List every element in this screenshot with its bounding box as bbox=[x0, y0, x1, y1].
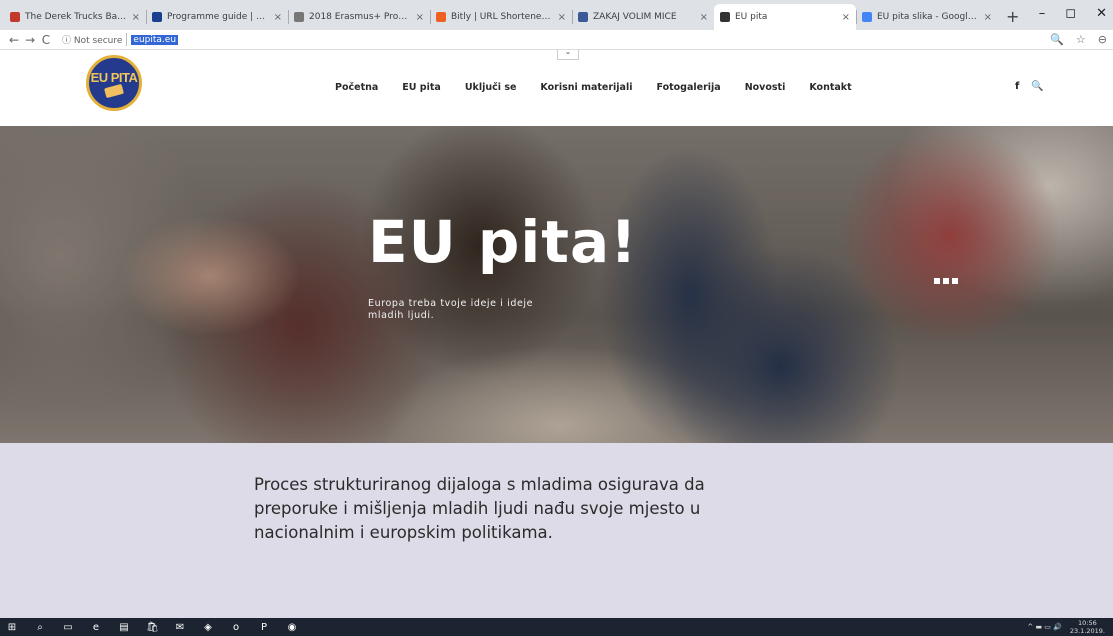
tab-title: EU pita bbox=[735, 12, 768, 22]
favicon-icon bbox=[578, 12, 588, 22]
profile-icon[interactable]: ⊖ bbox=[1098, 33, 1107, 46]
clock-time: 10:56 bbox=[1078, 619, 1097, 627]
nav-item[interactable]: Početna bbox=[335, 82, 378, 93]
search-icon[interactable]: 🔍 bbox=[1031, 81, 1043, 92]
windows-taskbar: ⊞ ⌕ ▭ e ▤ 🛍 ✉ ◈ o P ◉ ^ ▬ ▭ 🔊 10:56 23.1.2019. bbox=[0, 618, 1113, 636]
clock[interactable]: 10:56 23.1.2019. bbox=[1070, 619, 1105, 635]
browser-tab[interactable]: Bitly | URL Shortener, Custom Bra × bbox=[430, 4, 572, 30]
close-window-button[interactable]: ✕ bbox=[1096, 6, 1107, 21]
outlook-icon[interactable]: o bbox=[230, 622, 242, 633]
tab-title: EU pita slika - Google pretraživ bbox=[877, 12, 980, 22]
close-tab-icon[interactable]: × bbox=[558, 12, 566, 23]
address-bar[interactable]: ⓘ Not secure eupita.eu bbox=[62, 31, 1043, 48]
nav-item[interactable]: Uključi se bbox=[465, 82, 517, 93]
close-tab-icon[interactable]: × bbox=[842, 12, 850, 23]
browser-tab[interactable]: EU pita × bbox=[714, 4, 856, 30]
system-tray: ^ ▬ ▭ 🔊 10:56 23.1.2019. bbox=[1027, 619, 1105, 635]
window-controls: – ◻ ✕ bbox=[1039, 6, 1107, 21]
chevron-down-icon[interactable]: ⌄ bbox=[557, 50, 579, 60]
header-social: f 🔍 bbox=[1015, 81, 1044, 92]
browser-tab[interactable]: Programme guide | Erasmus+ × bbox=[146, 4, 288, 30]
pie-slice-icon bbox=[104, 83, 124, 99]
close-tab-icon[interactable]: × bbox=[984, 12, 992, 23]
minimize-button[interactable]: – bbox=[1039, 6, 1046, 21]
file-explorer-icon[interactable]: ▤ bbox=[118, 622, 130, 633]
app-icon[interactable]: ◈ bbox=[202, 622, 214, 633]
tab-title: ZAKAJ VOLIM MICE bbox=[593, 12, 677, 22]
slider-dot[interactable] bbox=[943, 278, 949, 284]
close-tab-icon[interactable]: × bbox=[416, 12, 424, 23]
taskbar-icons: ⊞ ⌕ ▭ e ▤ 🛍 ✉ ◈ o P ◉ bbox=[6, 622, 298, 633]
favicon-icon bbox=[720, 12, 730, 22]
logo-text: EU PITA bbox=[90, 70, 138, 85]
windows-icon[interactable]: ⊞ bbox=[6, 622, 18, 633]
browser-toolbar: ← → C ⓘ Not secure eupita.eu 🔍 ☆ ⊖ bbox=[0, 30, 1113, 50]
tab-title: 2018 Erasmus+ Programme Gui bbox=[309, 12, 412, 22]
zoom-icon[interactable]: 🔍 bbox=[1050, 33, 1064, 46]
hero-title: EU pita! bbox=[368, 208, 638, 276]
favicon-icon bbox=[294, 12, 304, 22]
maximize-button[interactable]: ◻ bbox=[1065, 6, 1076, 21]
facebook-icon[interactable]: f bbox=[1015, 81, 1019, 92]
browser-tab[interactable]: EU pita slika - Google pretraživ × bbox=[856, 4, 998, 30]
close-tab-icon[interactable]: × bbox=[132, 12, 140, 23]
site-logo[interactable]: EU PITA bbox=[86, 55, 142, 111]
tray-icons[interactable]: ^ ▬ ▭ 🔊 bbox=[1027, 623, 1061, 631]
hero-subtitle: Europa treba tvoje ideje i ideje mladih … bbox=[368, 298, 534, 321]
main-nav: Početna EU pita Uključi se Korisni materija… bbox=[335, 82, 852, 93]
tab-title: Programme guide | Erasmus+ bbox=[167, 12, 270, 22]
mail-icon[interactable]: ✉ bbox=[174, 622, 186, 633]
security-indicator[interactable]: ⓘ Not secure bbox=[62, 33, 128, 46]
forward-button[interactable]: → bbox=[22, 33, 38, 47]
browser-tab-strip: The Derek Trucks Band - Do×Programme gui… bbox=[0, 0, 1113, 30]
nav-item[interactable]: EU pita bbox=[402, 82, 441, 93]
slider-pagination[interactable] bbox=[934, 278, 958, 284]
powerpoint-icon[interactable]: P bbox=[258, 622, 270, 633]
nav-item[interactable]: Novosti bbox=[745, 82, 786, 93]
site-header: ⌄ EU PITA Početna EU pita Uključi se Korisn… bbox=[0, 50, 1113, 126]
tab-title: Bitly | URL Shortener, Custom Bra bbox=[451, 12, 554, 22]
website: ⌄ EU PITA Početna EU pita Uključi se Korisn… bbox=[0, 50, 1113, 618]
close-tab-icon[interactable]: × bbox=[700, 12, 708, 23]
task-view-icon[interactable]: ▭ bbox=[62, 622, 74, 633]
intro-section: Proces strukturiranog dijaloga s mladima… bbox=[0, 443, 1113, 618]
tab-title: The Derek Trucks Band - Do bbox=[25, 12, 128, 22]
slider-dot[interactable] bbox=[952, 278, 958, 284]
nav-item[interactable]: Kontakt bbox=[809, 82, 851, 93]
url-text[interactable]: eupita.eu bbox=[131, 34, 179, 45]
hero-banner: EU pita! Europa treba tvoje ideje i idej… bbox=[0, 126, 1113, 443]
browser-tab[interactable]: ZAKAJ VOLIM MICE × bbox=[572, 4, 714, 30]
nav-item[interactable]: Fotogalerija bbox=[656, 82, 720, 93]
chrome-icon[interactable]: ◉ bbox=[286, 622, 298, 633]
new-tab-button[interactable]: + bbox=[998, 7, 1027, 30]
slider-dot[interactable] bbox=[934, 278, 940, 284]
store-icon[interactable]: 🛍 bbox=[146, 622, 159, 633]
bookmark-star-icon[interactable]: ☆ bbox=[1076, 33, 1086, 46]
search-icon[interactable]: ⌕ bbox=[34, 622, 46, 633]
browser-tab[interactable]: 2018 Erasmus+ Programme Gui × bbox=[288, 4, 430, 30]
nav-item[interactable]: Korisni materijali bbox=[540, 82, 632, 93]
browser-tools: 🔍 ☆ ⊖ bbox=[1050, 33, 1107, 46]
close-tab-icon[interactable]: × bbox=[274, 12, 282, 23]
edge-icon[interactable]: e bbox=[90, 622, 102, 633]
favicon-icon bbox=[152, 12, 162, 22]
reload-button[interactable]: C bbox=[38, 33, 54, 47]
back-button[interactable]: ← bbox=[6, 33, 22, 47]
intro-text: Proces strukturiranog dijaloga s mladima… bbox=[254, 475, 705, 542]
browser-tab[interactable]: The Derek Trucks Band - Do × bbox=[4, 4, 146, 30]
favicon-icon bbox=[436, 12, 446, 22]
favicon-icon bbox=[862, 12, 872, 22]
favicon-icon bbox=[10, 12, 20, 22]
clock-date: 23.1.2019. bbox=[1069, 627, 1105, 635]
